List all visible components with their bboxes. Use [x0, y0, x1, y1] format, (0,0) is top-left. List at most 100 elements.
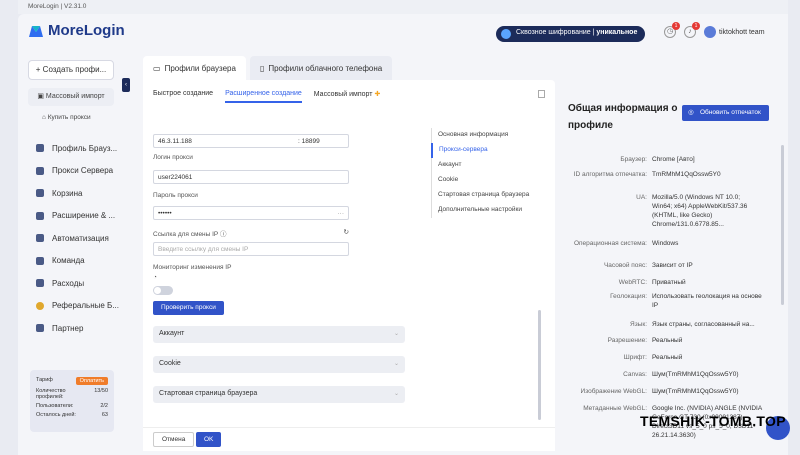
phone-icon: ▯	[259, 63, 265, 73]
cancel-button[interactable]: Отмена	[153, 432, 195, 447]
overview-key: Операционная система:	[573, 240, 647, 247]
avatar	[704, 26, 716, 38]
overview-value: Mozilla/5.0 (Windows NT 10.0; Win64; x64…	[652, 194, 748, 228]
overview-row: Язык: Язык страны, согласованный на...	[560, 320, 782, 329]
buy-proxy-link[interactable]: ⌂ Купить прокси	[42, 114, 91, 121]
document-icon[interactable]	[538, 90, 545, 98]
overview-value: Шум(TmRMhM1QqOssw5Y0)	[652, 388, 739, 395]
buy-proxy-label: Купить прокси	[47, 114, 91, 121]
sidebar-item-label: Расходы	[52, 278, 85, 288]
overview-key: ID алгоритма отпечатка:	[573, 171, 647, 178]
sidebar-item-billing[interactable]: Расходы	[28, 272, 124, 295]
overview-title: Общая информация о профиле	[568, 103, 678, 131]
team-icon	[36, 256, 44, 265]
create-profile-button[interactable]: + Создать профи...	[28, 60, 114, 80]
sidebar-item-label: Корзина	[52, 188, 83, 198]
info-icon: ⓘ	[219, 231, 227, 238]
proxy-port-value: : 18899	[298, 138, 320, 145]
anchor-advanced[interactable]: Дополнительные настройки	[432, 203, 535, 218]
anchor-account[interactable]: Аккаунт	[432, 158, 535, 173]
days-value: 63	[101, 412, 108, 418]
tab-quick-create[interactable]: Быстрое создание	[153, 86, 213, 103]
help-circle-icon: ◔	[153, 274, 157, 281]
clock-icon[interactable]: ◷ 1	[664, 22, 680, 38]
encryption-badge[interactable]: Сквозное шифрование | уникальное	[496, 26, 646, 42]
refresh-fingerprint-button[interactable]: Обновить отпечаток	[682, 105, 769, 121]
pay-button[interactable]: Оплатить	[75, 377, 108, 385]
sidebar-item-label: Профиль Брауз...	[52, 143, 118, 153]
bell-icon[interactable]: ♪ 1	[684, 22, 700, 38]
refresh-icon[interactable]: ↻	[344, 228, 349, 236]
overview-value: Windows	[652, 240, 679, 247]
overview-key: Canvas:	[623, 371, 647, 378]
panel-footer: Отмена OK	[143, 427, 555, 451]
brand-name: MoreLogin	[48, 22, 125, 39]
anchor-start-page[interactable]: Стартовая страница браузера	[432, 188, 535, 203]
sidebar-item-trash[interactable]: Корзина	[28, 182, 124, 205]
tab-cloud-phone[interactable]: ▯ Профили облачного телефона	[249, 56, 393, 80]
overview-value: Реальный	[652, 354, 683, 361]
tab-browser-profiles[interactable]: ▭ Профили браузера	[143, 56, 246, 80]
overview-key: Шрифт:	[623, 354, 647, 361]
sidebar-item-label: Команда	[52, 256, 85, 266]
login-label: Логин прокси	[153, 154, 193, 161]
proxy-login-field[interactable]: user224061	[153, 170, 349, 184]
overview-row: Геолокация: Использовать геолокация на ос…	[560, 292, 782, 310]
start-page-section[interactable]: Стартовая страница браузера ⌄	[153, 386, 405, 403]
tab-label: Профили браузера	[164, 63, 236, 73]
anchor-basic-info[interactable]: Основная информация	[432, 128, 535, 143]
monitor-toggle[interactable]	[153, 286, 173, 295]
password-value: ••••••	[158, 210, 172, 217]
robot-icon	[36, 234, 44, 243]
days-label: Осталось дней:	[36, 412, 76, 418]
ok-button[interactable]: OK	[196, 432, 222, 447]
plan-card: Тариф Оплатить Количество профилей: 13/50 …	[30, 370, 114, 432]
anchor-cookie[interactable]: Cookie	[432, 173, 535, 188]
overview-row: Операционная система: Windows	[560, 239, 782, 248]
proxy-password-field[interactable]: •••••• ···	[153, 206, 349, 220]
tab-advanced-create[interactable]: Расширенное создание	[225, 86, 302, 103]
overview-row: Браузер: Chrome [Авто]	[560, 155, 782, 164]
panel-scrollbar[interactable]	[538, 310, 541, 420]
browser-icon: ▭	[153, 63, 161, 73]
plus-icon: ✚	[374, 91, 381, 98]
tab-label: Массовый импорт	[313, 91, 373, 98]
sidebar-item-partner[interactable]: Партнер	[28, 317, 124, 340]
section-label: Аккаунт	[159, 330, 185, 337]
tab-mass-import[interactable]: Массовый импорт ✚	[314, 86, 381, 103]
account-section[interactable]: Аккаунт ⌄	[153, 326, 405, 343]
wallet-icon	[36, 279, 44, 288]
anchor-proxy[interactable]: Прокси-сервера	[431, 143, 535, 158]
user-name: tiktokhott team	[719, 28, 765, 36]
profile-icon	[36, 144, 44, 153]
eye-icon[interactable]: ···	[338, 210, 345, 217]
users-label: Пользователи:	[36, 403, 74, 409]
overview-row: Часовой пояс: Зависит от IP	[560, 261, 782, 270]
proxy-host-field[interactable]: 46.3.11.188: 18899	[153, 134, 349, 148]
window-title: MoreLogin | V2.31.0	[18, 0, 788, 14]
overview-value: Язык страны, согласованный на...	[652, 321, 755, 328]
overview-row: ID алгоритма отпечатка: TmRMhM1QqOssw5Y0	[560, 170, 782, 179]
brand-logo[interactable]: MoreLogin	[28, 22, 125, 39]
top-bar: MoreLogin Сквозное шифрование | уникальн…	[18, 14, 788, 52]
overview-value: Chrome [Авто]	[652, 156, 695, 163]
sidebar-item-proxies[interactable]: Прокси Сервера	[28, 160, 124, 183]
user-menu[interactable]: tiktokhott team	[704, 26, 765, 38]
monitor-label: Мониторинг изменения IP	[153, 264, 232, 271]
sidebar-item-profiles[interactable]: Профиль Брауз...	[28, 137, 124, 160]
sidebar-item-automation[interactable]: Автоматизация	[28, 227, 124, 250]
sidebar-item-referral[interactable]: Реферальные Б...	[28, 295, 124, 318]
mass-import-label: Массовый импорт	[45, 93, 105, 100]
cookie-section[interactable]: Cookie ⌄	[153, 356, 405, 373]
morelogin-logo-icon	[29, 25, 43, 37]
mass-import-button[interactable]: ▣ Массовый импорт	[28, 88, 114, 106]
collapse-sidebar-icon[interactable]: ‹	[122, 78, 130, 92]
sidebar-item-team[interactable]: Команда	[28, 250, 124, 273]
overview-key: Геолокация:	[610, 293, 647, 300]
notif-badge-1: 1	[672, 22, 680, 30]
sidebar-item-extensions[interactable]: Расширение & ...	[28, 205, 124, 228]
section-label: Cookie	[159, 360, 181, 367]
chevron-down-icon: ⌄	[393, 391, 399, 397]
ip-link-input[interactable]: Введите ссылку для смены IP	[153, 242, 349, 256]
check-proxy-button[interactable]: Проверить прокси	[153, 301, 224, 315]
